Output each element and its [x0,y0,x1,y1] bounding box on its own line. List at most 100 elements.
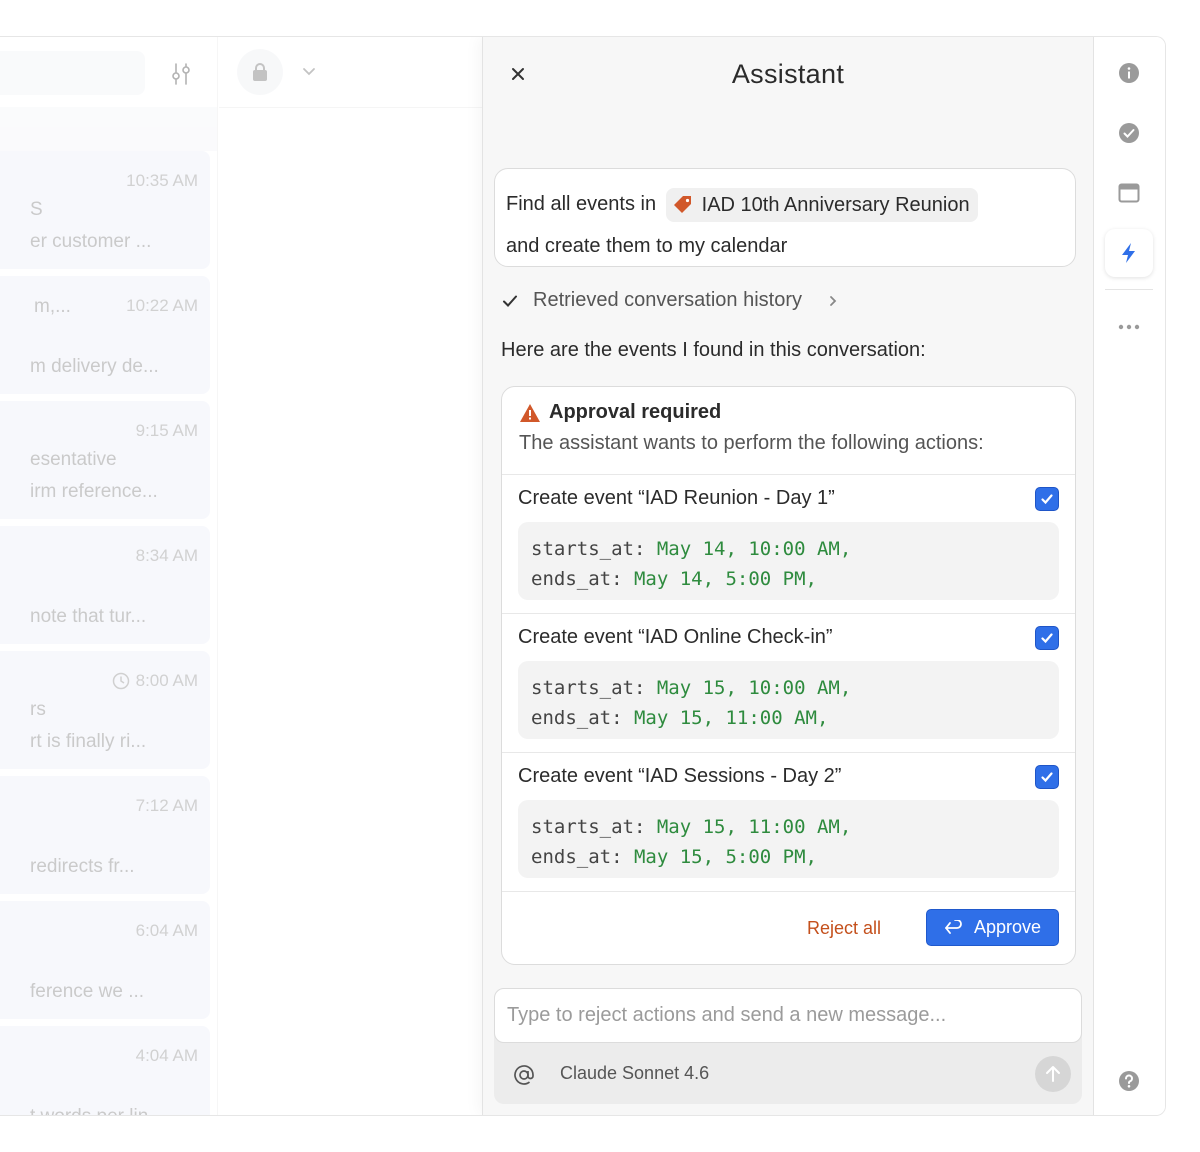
list-item[interactable]: 9:15 AM esentative irm reference... [0,401,210,519]
action-item: Create event “IAD Online Check-in” start… [502,614,1075,753]
lock-icon[interactable] [237,49,283,95]
chevron-down-icon[interactable] [299,61,319,81]
approve-button[interactable]: Approve [926,909,1059,946]
action-checkbox[interactable] [1035,765,1059,789]
message-sender: m,... [34,296,71,317]
message-time: 8:34 AM [135,546,198,565]
inbox-search[interactable] [0,51,145,95]
action-params: starts_at: May 15, 11:00 AM, ends_at: Ma… [518,800,1059,878]
list-item[interactable]: 4:04 AM t words per lin... [0,1026,210,1115]
help-icon[interactable] [1105,1057,1153,1105]
message-time: 10:22 AM [126,296,198,315]
window-icon[interactable] [1105,169,1153,217]
message-preview: note that tur... [30,606,147,627]
message-preview: t words per lin... [30,1106,164,1115]
action-params: starts_at: May 15, 10:00 AM, ends_at: Ma… [518,661,1059,739]
message-input[interactable] [494,988,1082,1043]
action-checkbox[interactable] [1035,487,1059,511]
list-item[interactable]: m,... 10:22 AM m delivery de... [0,276,210,394]
action-item: Create event “IAD Reunion - Day 1” start… [502,475,1075,614]
app-window: 10:35 AM S er customer ... m,... 10:22 A… [0,36,1166,1116]
param-key: starts_at: [531,538,646,560]
approval-title-label: Approval required [549,401,722,423]
lightning-icon[interactable] [1105,229,1153,277]
message-time: 8:00 AM [112,671,198,691]
message-time: 4:04 AM [135,1046,198,1065]
message-preview: m delivery de... [30,356,159,377]
param-value: May 14, 10:00 AM, [656,538,852,560]
message-preview: er customer ... [30,231,152,252]
message-sender: rs [30,699,46,720]
message-time-label: 8:00 AM [135,671,198,690]
inbox-divider [0,107,217,151]
filter-icon[interactable] [166,59,196,89]
info-icon[interactable] [1105,49,1153,97]
assistant-panel: Assistant Find all events in IAD 10th An… [482,37,1094,1115]
message-preview: redirects fr... [30,856,135,877]
list-item[interactable]: 7:12 AM redirects fr... [0,776,210,894]
approve-label: Approve [973,917,1042,937]
retrieved-history-toggle[interactable]: Retrieved conversation history [501,289,840,312]
check-circle-icon[interactable] [1105,109,1153,157]
list-item[interactable]: 8:34 AM note that tur... [0,526,210,644]
checkmark-icon [503,295,517,307]
message-preview: irm reference... [30,481,158,502]
action-title: Create event “IAD Reunion - Day 1” [518,487,835,509]
send-button[interactable] [1035,1056,1071,1092]
prompt-text-after: and create them to my calendar [506,235,788,257]
inbox-list: 10:35 AM S er customer ... m,... 10:22 A… [0,37,218,1115]
reject-all-button[interactable]: Reject all [807,918,881,939]
approval-title: Approval required [519,401,1058,424]
param-key: starts_at: [531,816,646,838]
action-title: Create event “IAD Sessions - Day 2” [518,765,842,787]
arrow-up-icon [1046,1066,1060,1082]
param-value: May 15, 10:00 AM, [656,677,852,699]
return-icon [945,919,962,934]
mention-icon[interactable] [512,1063,536,1087]
message-preview: rt is finally ri... [30,731,147,752]
chevron-right-icon [830,295,837,306]
message-time: 6:04 AM [135,921,198,940]
message-time: 10:35 AM [126,171,198,190]
list-item[interactable]: 10:35 AM S er customer ... [0,151,210,269]
panel-title: Assistant [731,59,845,89]
composer: Claude Sonnet 4.6 [494,988,1082,1104]
tag-icon [673,195,691,213]
param-key: ends_at: [531,846,623,868]
param-value: May 15, 5:00 PM, [633,846,817,868]
assistant-message: Here are the events I found in this conv… [501,339,926,361]
approval-card: Approval required The assistant wants to… [501,386,1076,965]
message-time: 9:15 AM [135,421,198,440]
message-sender: esentative [30,449,117,470]
chip-label: IAD 10th Anniversary Reunion [701,193,970,216]
message-sender: S [30,199,43,220]
prompt-text-before: Find all events in [506,193,657,215]
more-icon[interactable] [1105,303,1153,351]
action-title: Create event “IAD Online Check-in” [518,626,833,648]
param-key: ends_at: [531,568,623,590]
param-value: May 15, 11:00 AM, [633,707,829,729]
list-item[interactable]: 6:04 AM ference we ... [0,901,210,1019]
rail-divider [1105,289,1153,290]
checkmark-icon [1041,494,1053,505]
action-checkbox[interactable] [1035,626,1059,650]
inbox-toolbar [0,37,217,107]
param-value: May 15, 11:00 AM, [656,816,852,838]
approval-header: Approval required The assistant wants to… [502,387,1075,475]
list-item[interactable]: 8:00 AM rs rt is finally ri... [0,651,210,769]
conversation-chip[interactable]: IAD 10th Anniversary Reunion [665,187,978,222]
message-preview: ference we ... [30,981,145,1002]
right-rail [1094,37,1165,1115]
user-prompt: Find all events in IAD 10th Anniversary … [494,168,1076,267]
approval-subtitle: The assistant wants to perform the follo… [519,432,984,454]
model-selector[interactable]: Claude Sonnet 4.6 [560,1063,709,1084]
warning-icon [520,403,540,422]
retrieved-label: Retrieved conversation history [533,289,803,311]
message-time: 7:12 AM [135,796,198,815]
conversation-header [219,37,489,108]
action-item: Create event “IAD Sessions - Day 2” star… [502,753,1075,892]
conversation-pane [219,37,489,1115]
param-value: May 14, 5:00 PM, [633,568,817,590]
action-params: starts_at: May 14, 10:00 AM, ends_at: Ma… [518,522,1059,600]
checkmark-icon [1041,772,1053,783]
